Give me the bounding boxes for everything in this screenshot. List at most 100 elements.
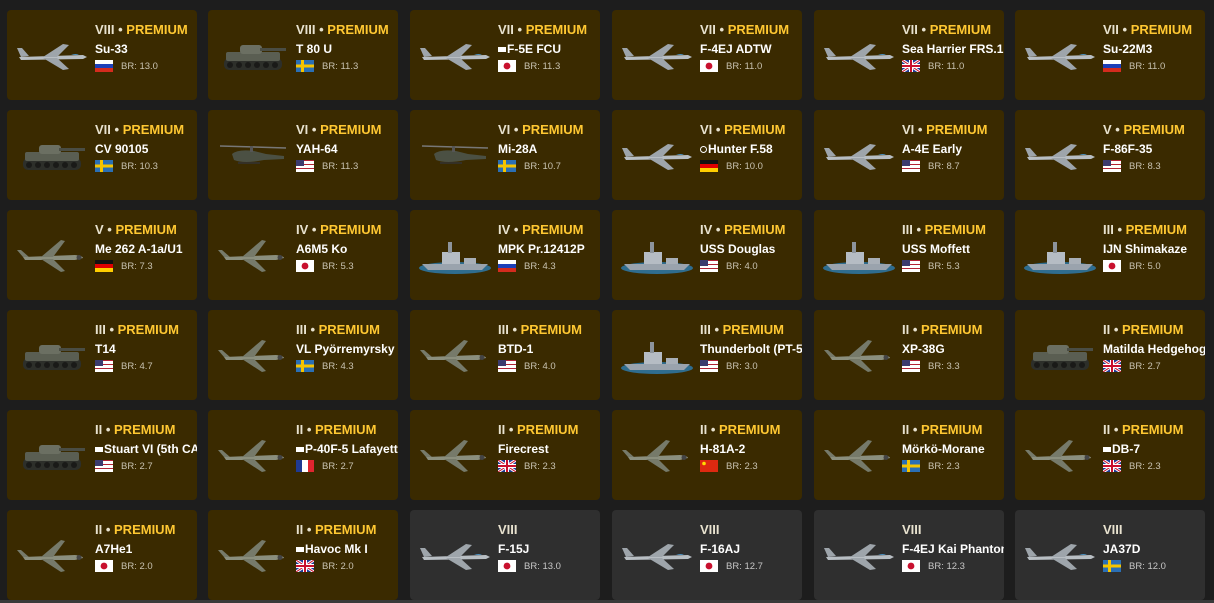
- rank-label: VI: [296, 122, 309, 137]
- flag-jp-icon: [1103, 260, 1121, 272]
- jet-icon: [622, 144, 692, 170]
- vehicle-name: T14: [95, 342, 197, 356]
- vehicle-meta: BR: 11.3: [296, 60, 398, 72]
- vehicle-card[interactable]: II • PREMIUM Mörkö-Morane BR: 2.3: [814, 410, 1004, 500]
- vehicle-card[interactable]: III • PREMIUM USS Moffett BR: 5.3: [814, 210, 1004, 300]
- vehicle-name-text: Thunderbolt (PT-5: [700, 342, 802, 356]
- vehicle-name: Mi-28A: [498, 142, 600, 156]
- vehicle-name: F-5E FCU: [498, 42, 600, 56]
- vehicle-rank: II • PREMIUM: [296, 522, 398, 538]
- vehicle-card[interactable]: V • PREMIUM Me 262 A-1a/U1 BR: 7.3: [7, 210, 197, 300]
- vehicle-card[interactable]: VII • PREMIUM Sea Harrier FRS.1 BR: 11.0: [814, 10, 1004, 100]
- battle-rating: BR: 10.0: [726, 160, 763, 172]
- rank-separator: •: [909, 322, 922, 337]
- vehicle-name-text: Firecrest: [498, 442, 549, 456]
- vehicle-card[interactable]: VI • PREMIUM YAH-64 BR: 11.3: [208, 110, 398, 200]
- vehicle-card[interactable]: VI • PREMIUM A-4E Early BR: 8.7: [814, 110, 1004, 200]
- vehicle-card[interactable]: III • PREMIUM VL Pyörremyrsky BR: 4.3: [208, 310, 398, 400]
- vehicle-name-text: VL Pyörremyrsky: [296, 342, 395, 356]
- vehicle-card[interactable]: II • PREMIUM Havoc Mk I BR: 2.0: [208, 510, 398, 600]
- vehicle-rank: V • PREMIUM: [1103, 122, 1205, 138]
- flag-se-icon: [1103, 560, 1121, 572]
- flag-us-icon: [902, 160, 920, 172]
- vehicle-card[interactable]: II • PREMIUM DB-7 BR: 2.3: [1015, 410, 1205, 500]
- flag-uk-icon: [498, 460, 516, 472]
- vehicle-card[interactable]: II • PREMIUM XP-38G BR: 3.3: [814, 310, 1004, 400]
- vehicle-name: A-4E Early: [902, 142, 1004, 156]
- rank-separator: •: [508, 322, 521, 337]
- vehicle-card[interactable]: VIII F-4EJ Kai Phantom BR: 12.3: [814, 510, 1004, 600]
- rank-label: III: [498, 322, 509, 337]
- vehicle-name: Havoc Mk I: [296, 542, 398, 556]
- vehicle-card[interactable]: VIII • PREMIUM T 80 U BR: 11.3: [208, 10, 398, 100]
- vehicle-card[interactable]: III • PREMIUM IJN Shimakaze BR: 5.0: [1015, 210, 1205, 300]
- vehicle-meta: BR: 3.3: [902, 360, 1004, 372]
- battle-rating: BR: 8.7: [928, 160, 960, 172]
- vehicle-card[interactable]: II • PREMIUM Stuart VI (5th CA BR: 2.7: [7, 410, 197, 500]
- battle-rating: BR: 2.3: [726, 460, 758, 472]
- vehicle-info: VII • PREMIUM Su-22M3 BR: 11.0: [1103, 22, 1205, 100]
- vehicle-name-text: Matilda Hedgehog: [1103, 342, 1205, 356]
- premium-label: PREMIUM: [525, 22, 588, 37]
- vehicle-card[interactable]: V • PREMIUM F-86F-35 BR: 8.3: [1015, 110, 1205, 200]
- vehicle-card[interactable]: VI • PREMIUM Mi-28A BR: 10.7: [410, 110, 600, 200]
- flag-us-icon: [498, 360, 516, 372]
- vehicle-card[interactable]: II • PREMIUM P-40F-5 Lafayette BR: 2.7: [208, 410, 398, 500]
- plane-icon: [420, 440, 486, 472]
- plane-icon: [420, 340, 486, 372]
- vehicle-card[interactable]: VIII • PREMIUM Su-33 BR: 13.0: [7, 10, 197, 100]
- vehicle-name-text: Havoc Mk I: [305, 542, 368, 556]
- rank-label: VII: [95, 122, 111, 137]
- vehicle-meta: BR: 10.0: [700, 160, 802, 172]
- vehicle-meta: BR: 2.0: [95, 560, 197, 572]
- vehicle-card[interactable]: VII • PREMIUM Su-22M3 BR: 11.0: [1015, 10, 1205, 100]
- rank-separator: •: [912, 222, 925, 237]
- plane-icon: [17, 240, 83, 272]
- vehicle-card[interactable]: IV • PREMIUM USS Douglas BR: 4.0: [612, 210, 802, 300]
- vehicle-name: VL Pyörremyrsky: [296, 342, 398, 356]
- vehicle-card[interactable]: III • PREMIUM Thunderbolt (PT-5 BR: 3.0: [612, 310, 802, 400]
- vehicle-info: II • PREMIUM Stuart VI (5th CA BR: 2.7: [95, 422, 197, 500]
- vehicle-meta: BR: 5.0: [1103, 260, 1205, 272]
- plane-icon: [622, 440, 688, 472]
- vehicle-name-text: H-81A-2: [700, 442, 746, 456]
- vehicle-card[interactable]: II • PREMIUM A7He1 BR: 2.0: [7, 510, 197, 600]
- vehicle-info: III • PREMIUM IJN Shimakaze BR: 5.0: [1103, 222, 1205, 300]
- vehicle-meta: BR: 12.3: [902, 560, 1004, 572]
- rank-label: V: [1103, 122, 1112, 137]
- vehicle-card[interactable]: II • PREMIUM Firecrest BR: 2.3: [410, 410, 600, 500]
- jet-icon: [824, 44, 894, 70]
- flag-de-icon: [700, 160, 718, 172]
- vehicle-name: P-40F-5 Lafayette: [296, 442, 398, 456]
- vehicle-card[interactable]: VII • PREMIUM CV 90105 BR: 10.3: [7, 110, 197, 200]
- vehicle-card[interactable]: III • PREMIUM T14 BR: 4.7: [7, 310, 197, 400]
- vehicle-name: Firecrest: [498, 442, 600, 456]
- vehicle-card[interactable]: III • PREMIUM BTD-1 BR: 4.0: [410, 310, 600, 400]
- vehicle-name-text: YAH-64: [296, 142, 338, 156]
- jet-icon: [17, 44, 87, 70]
- vehicle-info: IV • PREMIUM MPK Pr.12412P BR: 4.3: [498, 222, 600, 300]
- premium-label: PREMIUM: [122, 122, 185, 137]
- vehicle-card[interactable]: VII • PREMIUM F-5E FCU BR: 11.3: [410, 10, 600, 100]
- vehicle-card[interactable]: VIII F-16AJ BR: 12.7: [612, 510, 802, 600]
- vehicle-card[interactable]: II • PREMIUM H-81A-2 BR: 2.3: [612, 410, 802, 500]
- vehicle-card[interactable]: IV • PREMIUM A6M5 Ko BR: 5.3: [208, 210, 398, 300]
- vehicle-card[interactable]: VI • PREMIUM Hunter F.58 BR: 10.0: [612, 110, 802, 200]
- premium-label: PREMIUM: [114, 522, 176, 537]
- flag-fr-icon: [296, 460, 314, 472]
- rank-label: VI: [700, 122, 713, 137]
- battle-rating: BR: 5.3: [322, 260, 354, 272]
- vehicle-name: Su-33: [95, 42, 197, 56]
- vehicle-card[interactable]: II • PREMIUM Matilda Hedgehog BR: 2.7: [1015, 310, 1205, 400]
- vehicle-card[interactable]: VIII JA37D BR: 12.0: [1015, 510, 1205, 600]
- vehicle-name: H-81A-2: [700, 442, 802, 456]
- vehicle-rank: IV • PREMIUM: [700, 222, 802, 238]
- vehicle-name-text: USS Douglas: [700, 242, 776, 256]
- vehicle-card[interactable]: IV • PREMIUM MPK Pr.12412P BR: 4.3: [410, 210, 600, 300]
- vehicle-card[interactable]: VIII F-15J BR: 13.0: [410, 510, 600, 600]
- ship-icon: [419, 242, 491, 274]
- rank-separator: •: [114, 22, 127, 37]
- vehicle-card[interactable]: VII • PREMIUM F-4EJ ADTW BR: 11.0: [612, 10, 802, 100]
- vehicle-meta: BR: 11.3: [296, 160, 398, 172]
- battle-rating: BR: 4.3: [322, 360, 354, 372]
